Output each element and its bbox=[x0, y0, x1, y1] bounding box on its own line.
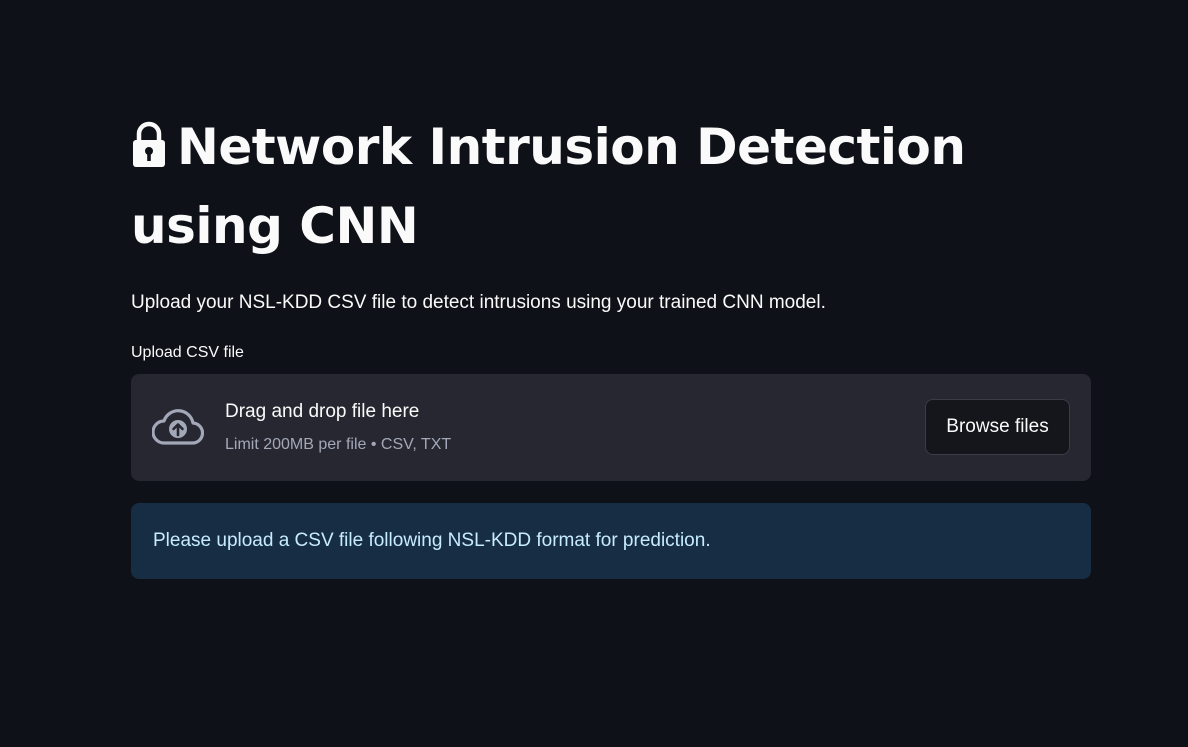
cloud-upload-icon bbox=[151, 408, 205, 451]
browse-files-button[interactable]: Browse files bbox=[925, 399, 1070, 455]
uploader-label: Upload CSV file bbox=[131, 344, 244, 361]
info-alert: Please upload a CSV file following NSL-K… bbox=[131, 503, 1091, 579]
dropzone-text: Drag and drop file here Limit 200MB per … bbox=[225, 398, 451, 457]
dropzone-limit: Limit 200MB per file • CSV, TXT bbox=[225, 436, 452, 453]
dropzone-title: Drag and drop file here bbox=[225, 401, 420, 422]
page-title: Network Intrusion Detection using CNN bbox=[131, 110, 1091, 264]
page-description: Upload your NSL-KDD CSV file to detect i… bbox=[131, 292, 826, 313]
page-title-text: Network Intrusion Detection using CNN bbox=[131, 118, 966, 255]
main-content: Network Intrusion Detection using CNN Up… bbox=[131, 110, 1091, 579]
lock-icon bbox=[131, 114, 167, 189]
file-dropzone[interactable]: Drag and drop file here Limit 200MB per … bbox=[131, 374, 1091, 481]
info-message: Please upload a CSV file following NSL-K… bbox=[153, 530, 711, 551]
